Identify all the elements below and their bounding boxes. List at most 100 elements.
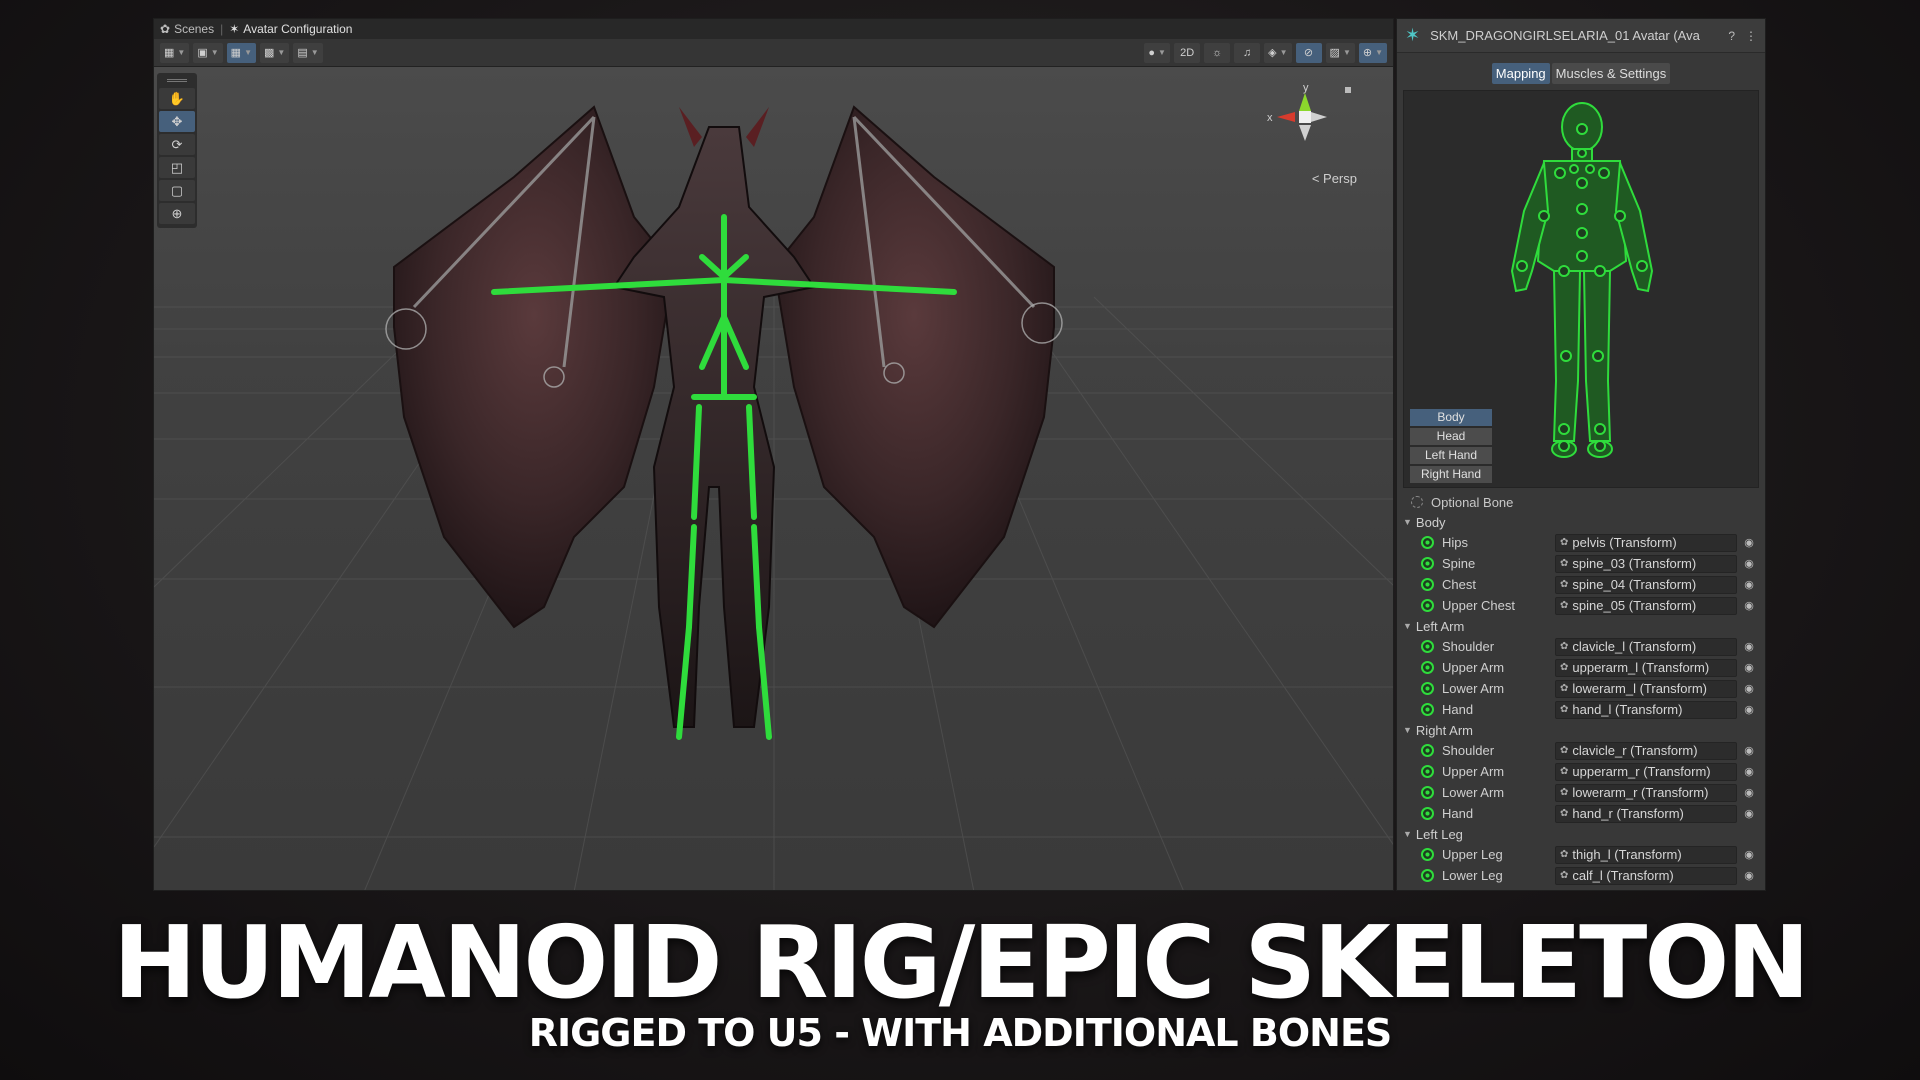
object-picker-icon[interactable]: ◉ — [1737, 536, 1761, 549]
light-bulb-icon: ☼ — [1212, 46, 1223, 59]
shading-mode-dropdown[interactable]: ● ▼ — [1144, 42, 1171, 63]
transform-icon: ✿ — [1560, 808, 1569, 819]
bone-row-left-upper-leg: Upper Leg ✿ thigh_l (Transform) ◉ — [1401, 844, 1761, 865]
foldout-triangle-icon: ▼ — [1403, 725, 1412, 735]
effects-dropdown[interactable]: ◈ ▼ — [1264, 42, 1292, 63]
rotate-tool-button[interactable]: ⟳ — [159, 134, 195, 155]
gizmo-y-label: y — [1303, 82, 1309, 94]
rect-tool-button[interactable]: ▢ — [159, 180, 195, 201]
promo-subheadline: RIGGED TO U5 - WITH ADDITIONAL BONES — [528, 1011, 1393, 1055]
group-label: Left Arm — [1415, 618, 1465, 634]
object-picker-icon[interactable]: ◉ — [1737, 578, 1761, 591]
object-picker-icon[interactable]: ◉ — [1737, 557, 1761, 570]
transform-icon: ✿ — [1560, 558, 1569, 569]
2d-toggle-button[interactable]: 2D — [1174, 42, 1201, 63]
bone-object-field[interactable]: ✿ calf_l (Transform) — [1555, 866, 1737, 885]
chevron-down-icon: ▼ — [277, 48, 286, 57]
bone-object-field[interactable]: ✿ hand_r (Transform) — [1555, 804, 1737, 823]
bone-name: Spine — [1442, 556, 1476, 571]
avatar-icon: ✶ — [229, 22, 240, 36]
chevron-down-icon: ▼ — [210, 48, 219, 57]
bone-status-icon — [1421, 848, 1434, 861]
bone-target-value: spine_04 (Transform) — [1572, 577, 1697, 592]
promo-headline: HUMANOID RIG/EPIC SKELETON — [112, 904, 1810, 1021]
tab-mapping[interactable]: Mapping — [1491, 63, 1550, 84]
group-label: Left Leg — [1415, 826, 1463, 842]
bone-object-field[interactable]: ✿ clavicle_r (Transform) — [1555, 741, 1737, 760]
body-part-body-button[interactable]: Body — [1410, 409, 1492, 426]
scene-visibility-toggle[interactable]: ⊘ — [1295, 42, 1322, 63]
audio-toggle-button[interactable]: ♫ — [1234, 42, 1261, 63]
group-left-leg-foldout[interactable]: ▼ Left Leg — [1401, 824, 1761, 844]
breadcrumb-scenes[interactable]: ✿ Scenes — [160, 22, 214, 36]
scene-viewport[interactable]: ✋ ✥ ⟳ ◰ ▢ ⊕ y x < Persp — [154, 67, 1393, 890]
breadcrumb-avatar-configuration[interactable]: ✶ Avatar Configuration — [229, 22, 352, 36]
bone-target-value: clavicle_r (Transform) — [1572, 743, 1698, 758]
bone-object-field[interactable]: ✿ thigh_l (Transform) — [1555, 845, 1737, 864]
body-part-head-button[interactable]: Head — [1410, 428, 1492, 445]
speaker-icon: ♫ — [1243, 46, 1252, 59]
bone-target-value: lowerarm_r (Transform) — [1572, 785, 1709, 800]
bone-object-field[interactable]: ✿ spine_05 (Transform) — [1555, 596, 1737, 615]
bone-object-field[interactable]: ✿ spine_03 (Transform) — [1555, 554, 1737, 573]
projection-toggle[interactable]: < Persp — [1312, 171, 1357, 186]
object-picker-icon[interactable]: ◉ — [1737, 744, 1761, 757]
tab-muscles-settings[interactable]: Muscles & Settings — [1551, 63, 1671, 84]
bone-row-left-upper-arm: Upper Arm ✿ upperarm_l (Transform) ◉ — [1401, 657, 1761, 678]
bone-row-upper-chest: Upper Chest ✿ spine_05 (Transform) ◉ — [1401, 595, 1761, 616]
object-picker-icon[interactable]: ◉ — [1737, 869, 1761, 882]
bone-object-field[interactable]: ✿ lowerarm_l (Transform) — [1555, 679, 1737, 698]
scale-icon: ◰ — [170, 159, 184, 175]
bone-object-field[interactable]: ✿ upperarm_l (Transform) — [1555, 658, 1737, 677]
object-picker-icon[interactable]: ◉ — [1737, 703, 1761, 716]
transform-tool-button[interactable]: ⊕ — [159, 203, 195, 224]
render-mode-dropdown[interactable]: ▣ ▼ — [193, 42, 223, 63]
group-right-arm-foldout[interactable]: ▼ Right Arm — [1401, 720, 1761, 740]
panel-grip[interactable] — [167, 79, 187, 82]
bone-object-field[interactable]: ✿ lowerarm_r (Transform) — [1555, 783, 1737, 802]
gizmos-dropdown[interactable]: ⊕ ▼ — [1358, 42, 1387, 63]
group-body-foldout[interactable]: ▼ Body — [1401, 512, 1761, 532]
orientation-gizmo[interactable]: y x — [1263, 79, 1373, 159]
bone-object-field[interactable]: ✿ clavicle_l (Transform) — [1555, 637, 1737, 656]
object-picker-icon[interactable]: ◉ — [1737, 682, 1761, 695]
bone-object-field[interactable]: ✿ hand_l (Transform) — [1555, 700, 1737, 719]
draw-mode-dropdown[interactable]: ▦ ▼ — [160, 42, 190, 63]
object-picker-icon[interactable]: ◉ — [1737, 661, 1761, 674]
bone-object-field[interactable]: ✿ pelvis (Transform) — [1555, 533, 1737, 552]
object-picker-icon[interactable]: ◉ — [1737, 786, 1761, 799]
transform-icon: ✿ — [1560, 579, 1569, 590]
snap-icon: ▩ — [263, 47, 275, 59]
bone-object-field[interactable]: ✿ spine_04 (Transform) — [1555, 575, 1737, 594]
object-picker-icon[interactable]: ◉ — [1737, 848, 1761, 861]
body-part-right-hand-button[interactable]: Right Hand — [1410, 466, 1492, 483]
foldout-triangle-icon: ▼ — [1403, 829, 1412, 839]
hand-tool-button[interactable]: ✋ — [159, 88, 195, 109]
object-picker-icon[interactable]: ◉ — [1737, 640, 1761, 653]
object-picker-icon[interactable]: ◉ — [1737, 765, 1761, 778]
snap-increment-dropdown[interactable]: ▩ ▼ — [259, 42, 290, 63]
unity-logo-icon: ✿ — [160, 22, 171, 36]
rect-icon: ▢ — [170, 182, 184, 198]
help-icon[interactable]: ? — [1728, 29, 1735, 43]
bone-name: Chest — [1442, 577, 1476, 592]
transform-icon: ✿ — [1560, 787, 1569, 798]
kebab-menu-icon[interactable]: ⋮ — [1745, 29, 1757, 43]
rotate-icon: ⟳ — [171, 136, 183, 152]
bone-object-field[interactable]: ✿ upperarm_r (Transform) — [1555, 762, 1737, 781]
breadcrumb-avatar-label: Avatar Configuration — [243, 22, 353, 36]
object-picker-icon[interactable]: ◉ — [1737, 807, 1761, 820]
scale-tool-button[interactable]: ◰ — [159, 157, 195, 178]
move-tool-button[interactable]: ✥ — [159, 111, 195, 132]
camera-dropdown[interactable]: ▨ ▼ — [1325, 42, 1355, 63]
grid-snap-dropdown[interactable]: ▦ ▼ — [226, 42, 256, 63]
scene-toolbar: ▦ ▼ ▣ ▼ ▦ ▼ ▩ ▼ ▤ ▼ ● ▼ 2D ☼ ♫ ◈ ▼ ⊘ ▨ ▼ ⊕ ▼ — [154, 39, 1393, 67]
humanoid-figure-panel: Body Head Left Hand Right Hand — [1403, 90, 1759, 488]
object-picker-icon[interactable]: ◉ — [1737, 599, 1761, 612]
bone-target-value: spine_03 (Transform) — [1572, 556, 1697, 571]
bone-name: Hips — [1442, 535, 1469, 550]
lighting-toggle-button[interactable]: ☼ — [1204, 42, 1231, 63]
group-left-arm-foldout[interactable]: ▼ Left Arm — [1401, 616, 1761, 636]
body-part-left-hand-button[interactable]: Left Hand — [1410, 447, 1492, 464]
grid-visibility-dropdown[interactable]: ▤ ▼ — [293, 42, 323, 63]
